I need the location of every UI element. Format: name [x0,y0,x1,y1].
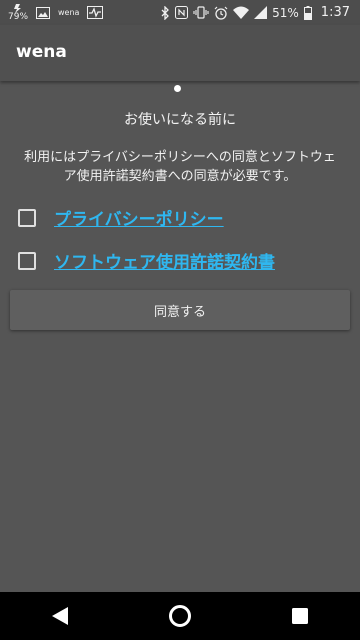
notification-app-name: wena [58,8,80,17]
privacy-policy-checkbox[interactable] [18,208,36,227]
back-triangle-icon [52,607,68,625]
privacy-policy-link[interactable]: プライバシーポリシー [54,205,224,230]
privacy-policy-row: プライバシーポリシー [18,205,224,230]
agree-button[interactable]: 同意する [10,290,350,330]
page-indicator-dot [174,85,181,92]
recents-square-icon [292,608,308,624]
back-button[interactable] [36,592,84,640]
alarm-icon [214,6,228,20]
battery-icon [303,5,312,20]
status-bar-system: 51% 1:37 [161,5,360,20]
running-notification-icon: 79% [8,3,29,22]
nfc-icon [175,6,189,19]
consent-description: 利用にはプライバシーポリシーへの同意とソフトウェ ア使用許諾契約書への同意が必要… [10,148,350,186]
bluetooth-icon [161,5,170,20]
description-line-2: ア使用許諾契約書への同意が必要です。 [63,169,297,184]
home-circle-icon [169,605,191,627]
description-line-1: 利用にはプライバシーポリシーへの同意とソフトウェ [24,150,336,165]
activity-icon [87,6,104,19]
software-license-link[interactable]: ソフトウェア使用許諾契約書 [54,248,275,273]
app-bar: wena [0,25,360,81]
clock: 1:37 [320,5,350,20]
software-license-row: ソフトウェア使用許諾契約書 [18,248,275,273]
notification-badge: 79% [8,11,29,22]
cell-signal-icon [254,6,268,19]
navigation-bar [0,592,360,640]
home-button[interactable] [156,592,204,640]
status-bar: 79% wena 51% 1:37 [0,0,360,25]
app-title: wena [16,42,67,62]
page-heading: お使いになる前に [124,112,236,128]
battery-percentage: 51% [272,5,299,20]
recents-button[interactable] [276,592,324,640]
gallery-icon [36,6,51,19]
wifi-icon [233,6,250,19]
vibrate-icon [193,6,209,19]
status-bar-notifications: 79% wena [0,3,104,22]
software-license-checkbox[interactable] [18,251,36,270]
